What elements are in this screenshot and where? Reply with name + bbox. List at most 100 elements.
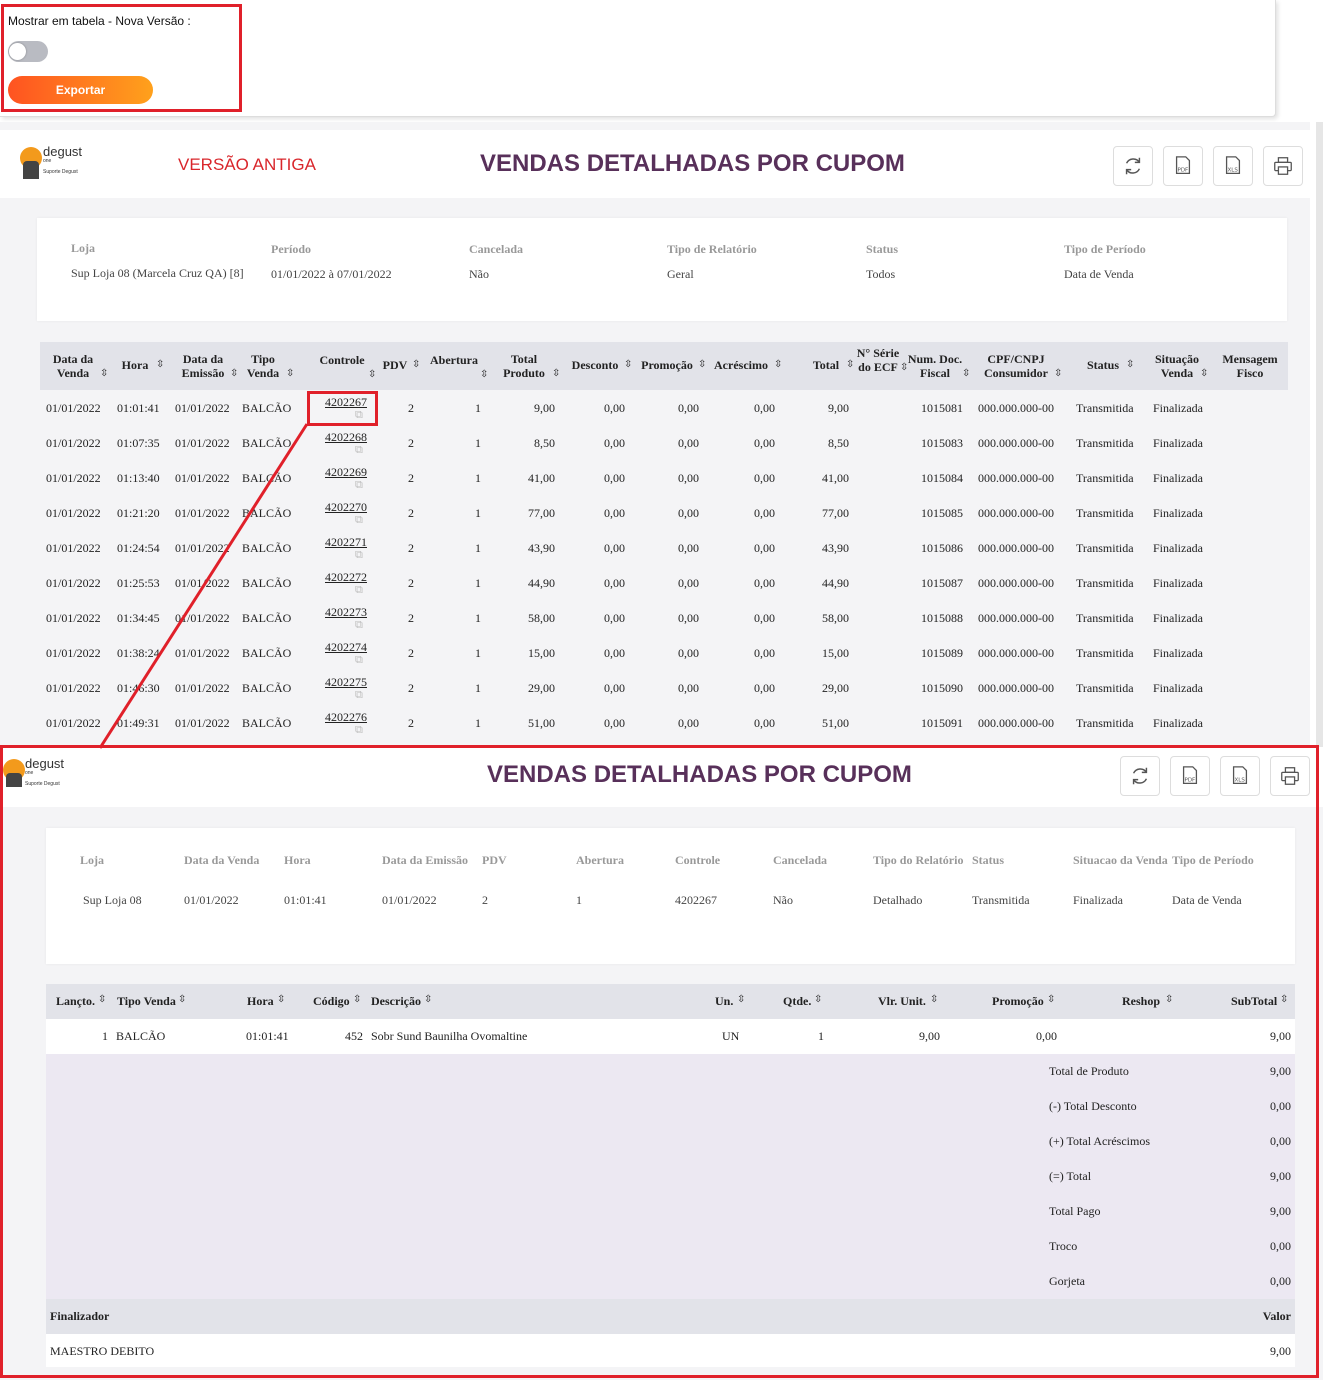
external-link-icon[interactable]: ⧉ — [355, 444, 363, 457]
table-cell: 0,00 — [678, 541, 699, 555]
table-cell: 000.000.000-00 — [978, 611, 1054, 625]
old-col-header[interactable]: Abertura — [424, 353, 484, 367]
table-cell: Finalizada — [1153, 436, 1203, 450]
controle-link[interactable]: 4202275 — [325, 675, 367, 690]
old-col-header[interactable]: Mensagem Fisco — [1216, 352, 1284, 380]
external-link-icon[interactable]: ⧉ — [355, 654, 363, 667]
old-col-header[interactable]: Desconto — [562, 358, 628, 372]
table-cell: 1 — [475, 681, 481, 695]
old-col-header[interactable]: Num. Doc. Fiscal — [904, 352, 966, 380]
table-cell: BALCÃO — [242, 681, 292, 695]
sort-icon[interactable]: ⇳ — [412, 359, 420, 370]
controle-link[interactable]: 4202274 — [325, 640, 367, 655]
print-button[interactable] — [1263, 146, 1303, 186]
table-cell: 2 — [408, 506, 414, 520]
table-cell: 01/01/2022 — [46, 506, 101, 520]
filter-label: Loja — [71, 241, 95, 255]
table-cell: 0,00 — [604, 401, 625, 415]
table-cell: 1015081 — [921, 401, 963, 415]
table-cell: Finalizada — [1153, 611, 1203, 625]
table-cell: 0,00 — [754, 716, 775, 730]
table-cell: 01:34:45 — [117, 611, 160, 625]
old-col-header[interactable]: Acréscimo — [704, 358, 778, 372]
old-scrollbar[interactable] — [1316, 122, 1323, 747]
old-col-header[interactable]: Controle — [312, 353, 372, 367]
old-col-header[interactable]: Total — [802, 358, 850, 372]
old-col-header[interactable]: Situação Venda — [1150, 352, 1204, 380]
sort-icon[interactable]: ⇳ — [1126, 359, 1134, 370]
old-col-header[interactable]: Tipo Venda — [236, 352, 290, 380]
external-link-icon[interactable]: ⧉ — [355, 514, 363, 527]
logo-text: degust — [43, 144, 83, 159]
table-cell: 0,00 — [604, 576, 625, 590]
table-cell: 0,00 — [678, 716, 699, 730]
old-col-header[interactable]: Data da Emissão — [172, 352, 234, 380]
controle-link[interactable]: 4202272 — [325, 570, 367, 585]
old-col-header[interactable]: CPF/CNPJ Consumidor — [974, 352, 1058, 380]
table-cell: Finalizada — [1153, 541, 1203, 555]
old-col-header[interactable]: Status — [1076, 358, 1130, 372]
table-cell: Finalizada — [1153, 716, 1203, 730]
refresh-button[interactable] — [1113, 146, 1153, 186]
table-cell: 77,00 — [528, 506, 555, 520]
external-link-icon[interactable]: ⧉ — [355, 584, 363, 597]
table-cell: 2 — [408, 611, 414, 625]
table-cell: 01:46:30 — [117, 681, 160, 695]
highlight-box-toggle — [1, 4, 242, 112]
external-link-icon[interactable]: ⧉ — [355, 479, 363, 492]
pdf-icon: PDF — [1175, 156, 1191, 174]
table-cell: 2 — [408, 541, 414, 555]
table-cell: 2 — [408, 576, 414, 590]
table-cell: 1015085 — [921, 506, 963, 520]
table-cell: 1015088 — [921, 611, 963, 625]
external-link-icon[interactable]: ⧉ — [355, 724, 363, 737]
external-link-icon[interactable]: ⧉ — [355, 619, 363, 632]
controle-link[interactable]: 4202273 — [325, 605, 367, 620]
sort-icon[interactable]: ⇳ — [1200, 368, 1208, 379]
sort-icon[interactable]: ⇳ — [962, 368, 970, 379]
xls-button[interactable]: XLS — [1213, 146, 1253, 186]
table-cell: 01/01/2022 — [46, 541, 101, 555]
table-cell: 41,00 — [822, 471, 849, 485]
filter-label: Tipo de Relatório — [667, 242, 757, 256]
controle-link[interactable]: 4202269 — [325, 465, 367, 480]
sort-icon[interactable]: ⇳ — [286, 368, 294, 379]
sort-icon[interactable]: ⇳ — [552, 368, 560, 379]
sort-icon[interactable]: ⇳ — [100, 368, 108, 379]
sort-icon[interactable]: ⇳ — [1054, 368, 1062, 379]
table-cell: 0,00 — [754, 646, 775, 660]
table-cell: 000.000.000-00 — [978, 541, 1054, 555]
table-cell: 0,00 — [754, 681, 775, 695]
table-cell: Transmitida — [1076, 506, 1134, 520]
sort-icon[interactable]: ⇳ — [480, 369, 488, 380]
filter-label: Tipo de Período — [1064, 242, 1146, 256]
external-link-icon[interactable]: ⧉ — [355, 549, 363, 562]
table-cell: 01:07:35 — [117, 436, 160, 450]
sort-icon[interactable]: ⇳ — [774, 359, 782, 370]
controle-link[interactable]: 4202271 — [325, 535, 367, 550]
pdf-button[interactable]: PDF — [1163, 146, 1203, 186]
table-cell: 58,00 — [528, 611, 555, 625]
table-cell: 000.000.000-00 — [978, 646, 1054, 660]
table-cell: 01/01/2022 — [175, 401, 230, 415]
old-col-header[interactable]: Total Produto — [492, 352, 556, 380]
highlight-box-detail — [0, 745, 1319, 1378]
external-link-icon[interactable]: ⧉ — [355, 689, 363, 702]
table-cell: 0,00 — [604, 611, 625, 625]
old-col-header[interactable]: PDV — [374, 358, 416, 372]
table-cell: 1 — [475, 436, 481, 450]
controle-link[interactable]: 4202270 — [325, 500, 367, 515]
table-cell: 29,00 — [822, 681, 849, 695]
table-cell: 01/01/2022 — [175, 471, 230, 485]
old-col-header[interactable]: Data da Venda — [42, 352, 104, 380]
controle-link[interactable]: 4202276 — [325, 710, 367, 725]
sort-icon[interactable]: ⇳ — [156, 359, 164, 370]
old-col-header[interactable]: Promoção — [632, 358, 702, 372]
old-col-header[interactable]: N° Série do ECF — [852, 346, 904, 374]
controle-link[interactable]: 4202268 — [325, 430, 367, 445]
table-cell: 01/01/2022 — [46, 646, 101, 660]
filter-value: Não — [469, 267, 489, 281]
table-cell: Transmitida — [1076, 471, 1134, 485]
highlight-box-controle — [307, 391, 378, 426]
old-col-header[interactable]: Hora — [110, 358, 160, 372]
